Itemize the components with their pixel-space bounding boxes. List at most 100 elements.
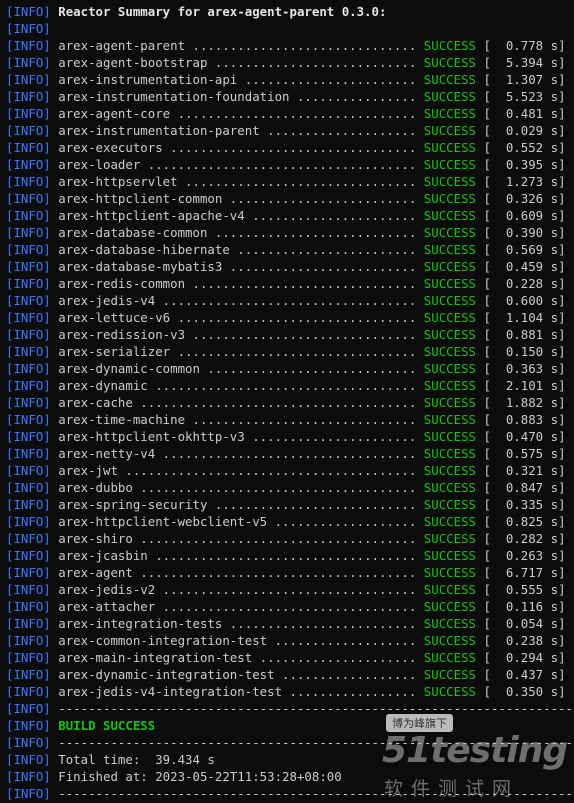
module-line: [INFO] arex-httpclient-okhttp-v3 .......… — [6, 428, 574, 445]
module-time: [ 0.481 s] — [483, 106, 566, 121]
module-name: arex-jedis-v2 ..........................… — [58, 582, 417, 597]
info-tag: [INFO] — [6, 769, 51, 784]
module-line: [INFO] arex-jwt ........................… — [6, 462, 574, 479]
module-status: SUCCESS — [423, 191, 476, 206]
log-line-finished-at: [INFO] Finished at: 2023-05-22T11:53:28+… — [6, 768, 574, 785]
info-tag: [INFO] — [6, 395, 51, 410]
info-tag: [INFO] — [6, 412, 51, 427]
module-status: SUCCESS — [423, 259, 476, 274]
module-time: [ 0.054 s] — [483, 616, 566, 631]
module-line: [INFO] arex-database-common ............… — [6, 224, 574, 241]
module-line: [INFO] arex-agent ......................… — [6, 564, 574, 581]
info-tag: [INFO] — [6, 55, 51, 70]
module-time: [ 0.600 s] — [483, 293, 566, 308]
module-status: SUCCESS — [423, 38, 476, 53]
module-name: arex-redission-v3 ......................… — [58, 327, 417, 342]
info-tag: [INFO] — [6, 599, 51, 614]
info-tag: [INFO] — [6, 344, 51, 359]
module-name: arex-agent-parent ......................… — [58, 38, 417, 53]
module-status: SUCCESS — [423, 293, 476, 308]
module-time: [ 5.394 s] — [483, 55, 566, 70]
module-time: [ 5.523 s] — [483, 89, 566, 104]
module-line: [INFO] arex-agent-bootstrap ............… — [6, 54, 574, 71]
module-name: arex-time-machine ......................… — [58, 412, 417, 427]
module-time: [ 0.609 s] — [483, 208, 566, 223]
module-name: arex-httpclient-webclient-v5 ...........… — [58, 514, 417, 529]
info-tag: [INFO] — [6, 174, 51, 189]
info-tag: [INFO] — [6, 38, 51, 53]
module-line: [INFO] arex-jcasbin ....................… — [6, 547, 574, 564]
module-line: [INFO] arex-httpclient-webclient-v5 ....… — [6, 513, 574, 530]
module-time: [ 0.238 s] — [483, 633, 566, 648]
module-line: [INFO] arex-netty-v4 ...................… — [6, 445, 574, 462]
info-tag: [INFO] — [6, 565, 51, 580]
module-status: SUCCESS — [423, 225, 476, 240]
module-name: arex-integration-tests .................… — [58, 616, 417, 631]
module-time: [ 0.459 s] — [483, 259, 566, 274]
module-status: SUCCESS — [423, 480, 476, 495]
module-line: [INFO] arex-lettuce-v6 .................… — [6, 309, 574, 326]
module-name: arex-httpclient-common .................… — [58, 191, 417, 206]
module-name: arex-instrumentation-parent ............… — [58, 123, 417, 138]
total-time: Total time: 39.434 s — [58, 752, 215, 767]
module-time: [ 0.881 s] — [483, 327, 566, 342]
info-tag: [INFO] — [6, 497, 51, 512]
module-time: [ 0.029 s] — [483, 123, 566, 138]
module-line: [INFO] arex-main-integration-test ......… — [6, 649, 574, 666]
module-name: arex-lettuce-v6 ........................… — [58, 310, 417, 325]
info-tag: [INFO] — [6, 684, 51, 699]
info-tag: [INFO] — [6, 259, 51, 274]
module-line: [INFO] arex-dubbo ......................… — [6, 479, 574, 496]
module-time: [ 2.101 s] — [483, 378, 566, 393]
info-tag: [INFO] — [6, 463, 51, 478]
module-name: arex-agent-bootstrap ...................… — [58, 55, 417, 70]
module-status: SUCCESS — [423, 514, 476, 529]
log-line-header: [INFO] Reactor Summary for arex-agent-pa… — [6, 3, 574, 20]
module-name: arex-dynamic-integration-test ..........… — [58, 667, 417, 682]
module-name: arex-instrumentation-foundation ........… — [58, 89, 417, 104]
module-name: arex-netty-v4 ..........................… — [58, 446, 417, 461]
module-time: [ 0.470 s] — [483, 429, 566, 444]
module-line: [INFO] arex-shiro ......................… — [6, 530, 574, 547]
separator: ----------------------------------------… — [58, 735, 574, 750]
module-status: SUCCESS — [423, 582, 476, 597]
module-time: [ 1.104 s] — [483, 310, 566, 325]
module-line: [INFO] arex-attacher ...................… — [6, 598, 574, 615]
info-tag: [INFO] — [6, 72, 51, 87]
module-name: arex-agent-core ........................… — [58, 106, 417, 121]
module-name: arex-shiro .............................… — [58, 531, 417, 546]
module-name: arex-database-common ...................… — [58, 225, 417, 240]
module-line: [INFO] arex-dynamic-common .............… — [6, 360, 574, 377]
module-time: [ 6.717 s] — [483, 565, 566, 580]
module-name: arex-database-hibernate ................… — [58, 242, 417, 257]
log-line-separator: [INFO] ---------------------------------… — [6, 785, 574, 802]
module-status: SUCCESS — [423, 123, 476, 138]
module-status: SUCCESS — [423, 684, 476, 699]
info-tag: [INFO] — [6, 123, 51, 138]
info-tag: [INFO] — [6, 327, 51, 342]
info-tag: [INFO] — [6, 446, 51, 461]
module-status: SUCCESS — [423, 633, 476, 648]
module-name: arex-instrumentation-api ...............… — [58, 72, 417, 87]
module-line: [INFO] arex-serializer .................… — [6, 343, 574, 360]
finished-at: Finished at: 2023-05-22T11:53:28+08:00 — [58, 769, 342, 784]
module-time: [ 0.825 s] — [483, 514, 566, 529]
info-tag: [INFO] — [6, 786, 51, 801]
module-name: arex-dubbo .............................… — [58, 480, 417, 495]
info-tag: [INFO] — [6, 650, 51, 665]
module-line: [INFO] arex-executors ..................… — [6, 139, 574, 156]
module-name: arex-jwt ...............................… — [58, 463, 417, 478]
terminal-output: [INFO] Reactor Summary for arex-agent-pa… — [6, 3, 574, 802]
info-tag: [INFO] — [6, 140, 51, 155]
module-line: [INFO] arex-database-mybatis3 ..........… — [6, 258, 574, 275]
log-line-separator: [INFO] ---------------------------------… — [6, 734, 574, 751]
module-time: [ 1.273 s] — [483, 174, 566, 189]
module-list: [INFO] arex-agent-parent ...............… — [6, 37, 574, 700]
module-time: [ 1.882 s] — [483, 395, 566, 410]
separator: ----------------------------------------… — [58, 786, 574, 801]
module-status: SUCCESS — [423, 310, 476, 325]
info-tag: [INFO] — [6, 191, 51, 206]
module-status: SUCCESS — [423, 361, 476, 376]
module-status: SUCCESS — [423, 89, 476, 104]
info-tag: [INFO] — [6, 361, 51, 376]
